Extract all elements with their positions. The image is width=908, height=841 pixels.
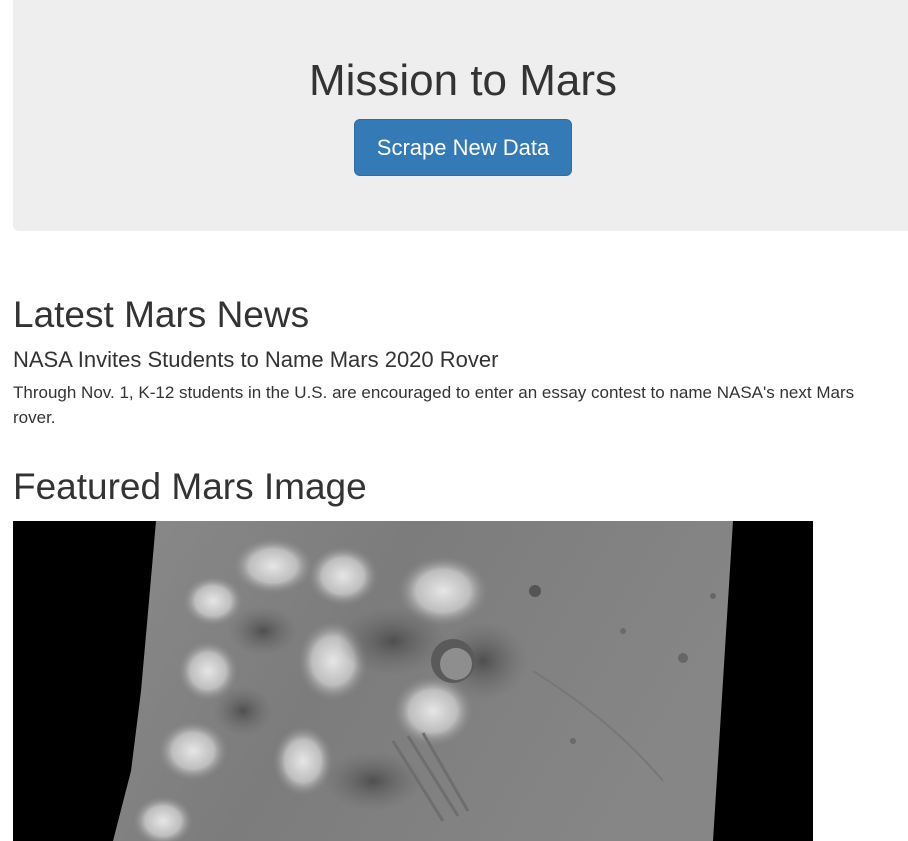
featured-image-heading: Featured Mars Image: [13, 466, 367, 507]
news-title: NASA Invites Students to Name Mars 2020 …: [13, 347, 499, 372]
featured-mars-image: [13, 521, 813, 841]
jumbotron-header: Mission to Mars Scrape New Data: [13, 0, 908, 231]
news-paragraph: Through Nov. 1, K-12 students in the U.S…: [13, 383, 855, 427]
mars-terrain-image: [13, 521, 813, 841]
page-title: Mission to Mars: [308, 56, 618, 105]
scrape-new-data-button[interactable]: Scrape New Data: [354, 119, 572, 176]
latest-news-heading: Latest Mars News: [13, 294, 310, 335]
